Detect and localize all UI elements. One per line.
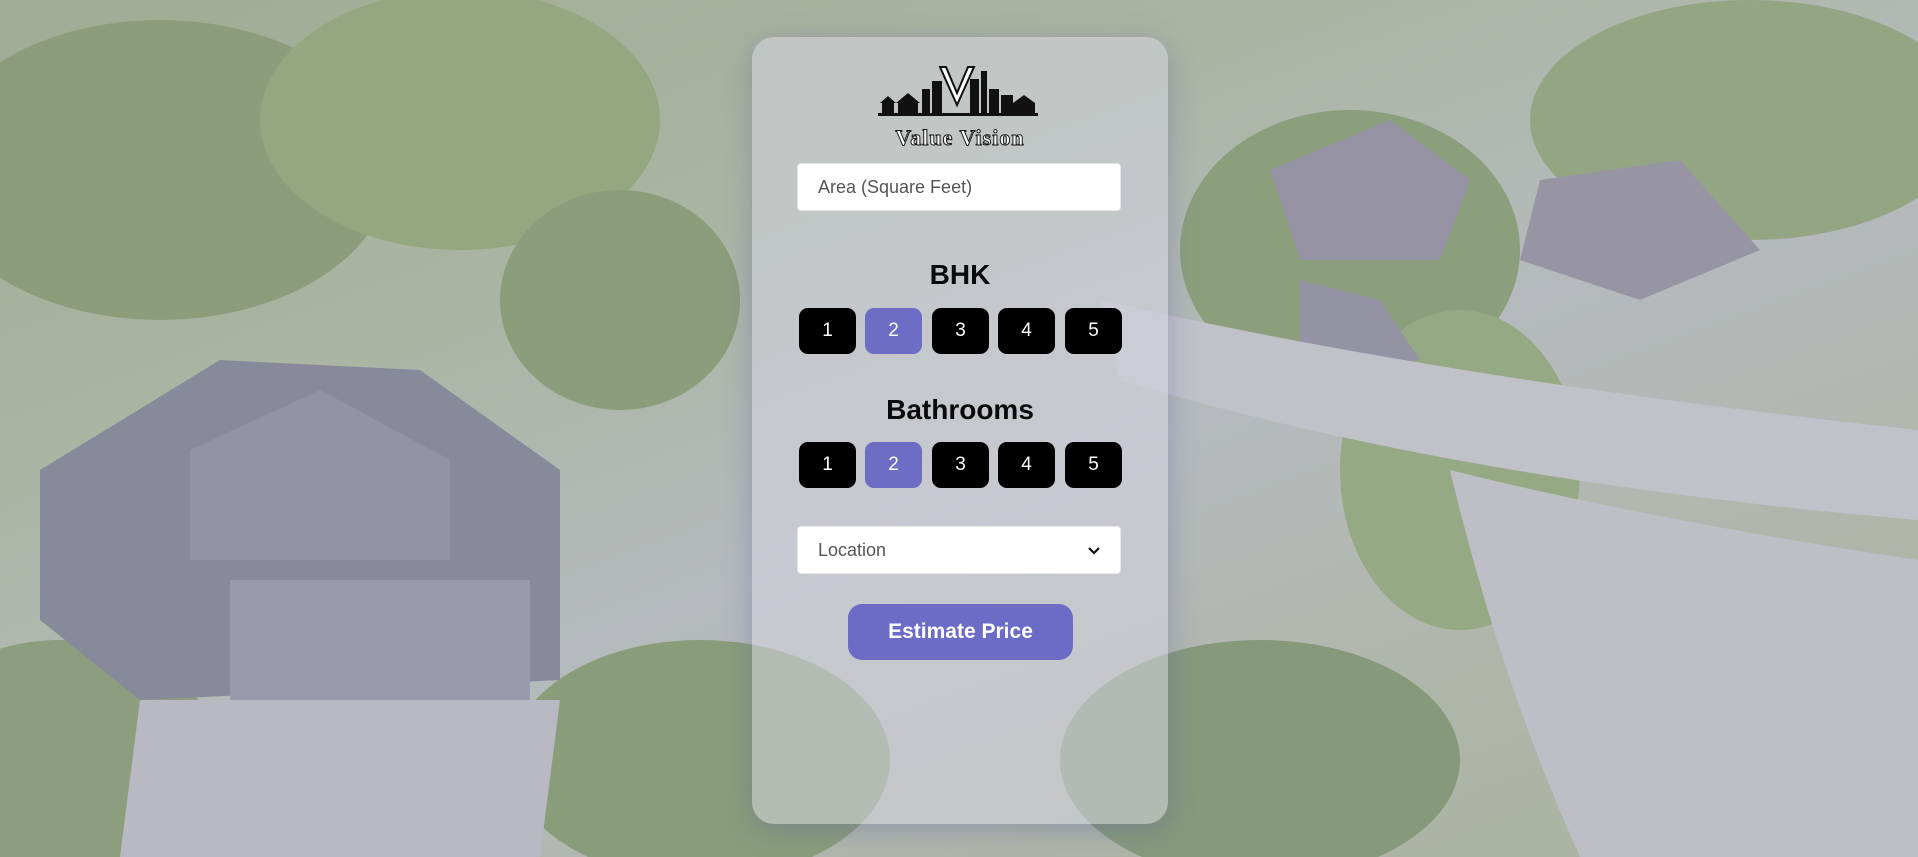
- bathrooms-heading: Bathrooms: [886, 394, 1034, 425]
- logo-wordmark: Value Vision: [895, 125, 1025, 151]
- bathroom-options: 1 2 3 4 5: [799, 442, 1123, 488]
- bathroom-option-2[interactable]: 2: [865, 442, 922, 488]
- bhk-heading: BHK: [929, 259, 991, 290]
- location-select[interactable]: Location: [797, 526, 1121, 574]
- bhk-options: 1 2 3 4 5: [799, 308, 1123, 354]
- bhk-option-5[interactable]: 5: [1065, 308, 1122, 354]
- bhk-option-1[interactable]: 1: [799, 308, 856, 354]
- bathroom-option-5[interactable]: 5: [1065, 442, 1122, 488]
- location-select-value: Location: [818, 539, 887, 560]
- bathroom-option-1[interactable]: 1: [799, 442, 856, 488]
- value-vision-logo: Value Vision: [752, 59, 1168, 151]
- logo-skyline-icon: [878, 66, 1038, 116]
- bhk-option-4[interactable]: 4: [998, 308, 1055, 354]
- bhk-option-3[interactable]: 3: [932, 308, 989, 354]
- bathroom-option-4[interactable]: 4: [998, 442, 1055, 488]
- chevron-down-icon: [1088, 542, 1100, 558]
- estimate-price-button[interactable]: Estimate Price: [848, 604, 1073, 660]
- price-estimator-card: Value Vision BHK 1 2 3 4 5 Bathrooms 1 2…: [752, 37, 1168, 824]
- bhk-option-2[interactable]: 2: [865, 308, 922, 354]
- bathroom-option-3[interactable]: 3: [932, 442, 989, 488]
- area-input[interactable]: [797, 163, 1121, 211]
